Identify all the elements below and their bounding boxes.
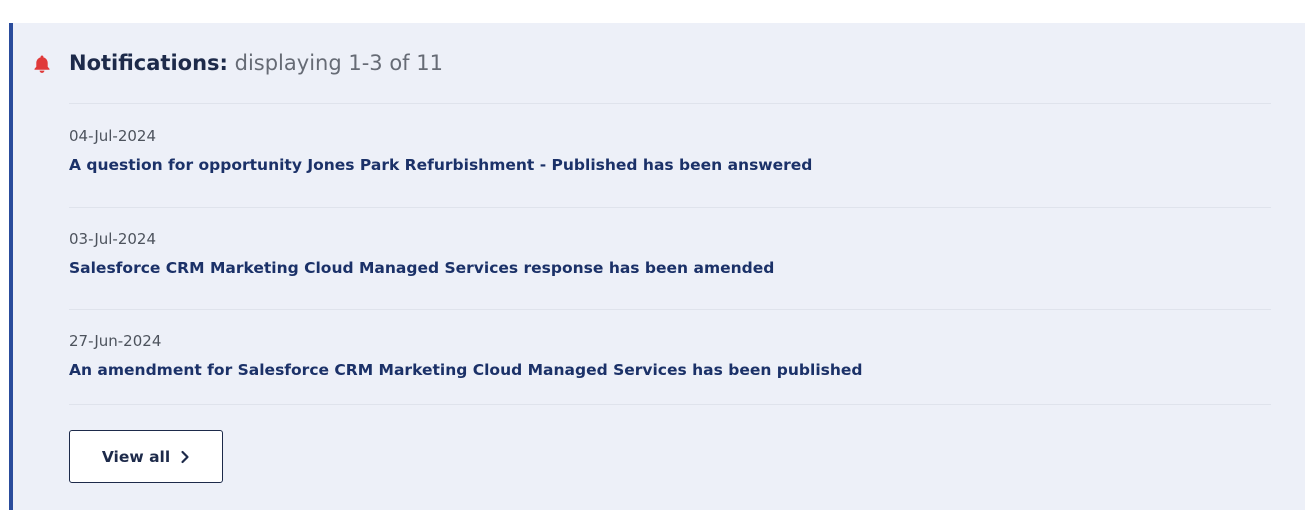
divider [69, 207, 1271, 208]
notification-link[interactable]: An amendment for Salesforce CRM Marketin… [69, 360, 863, 380]
divider [69, 103, 1271, 104]
notifications-title: Notifications: displaying 1-3 of 11 [69, 49, 443, 77]
view-all-button[interactable]: View all [69, 430, 223, 483]
notification-link[interactable]: A question for opportunity Jones Park Re… [69, 155, 812, 175]
bell-icon [34, 55, 50, 73]
notification-item: 03-Jul-2024 Salesforce CRM Marketing Clo… [69, 229, 1269, 278]
notification-item: 27-Jun-2024 An amendment for Salesforce … [69, 331, 1269, 380]
notifications-summary: displaying 1-3 of 11 [234, 51, 443, 75]
notifications-panel: Notifications: displaying 1-3 of 11 04-J… [9, 23, 1305, 510]
notification-date: 04-Jul-2024 [69, 127, 157, 145]
divider [69, 404, 1271, 405]
notification-date: 03-Jul-2024 [69, 230, 157, 248]
notification-link[interactable]: Salesforce CRM Marketing Cloud Managed S… [69, 258, 774, 278]
notification-item: 04-Jul-2024 A question for opportunity J… [69, 126, 1269, 175]
divider [69, 309, 1271, 310]
notifications-label: Notifications: [69, 51, 228, 75]
notification-date: 27-Jun-2024 [69, 332, 162, 350]
chevron-right-icon [181, 450, 189, 463]
view-all-label: View all [101, 447, 171, 466]
